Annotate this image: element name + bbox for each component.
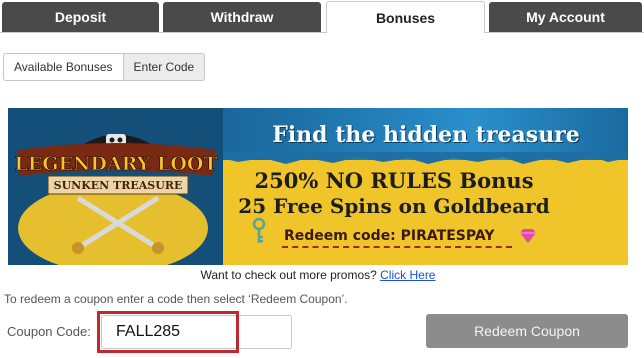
tab-divider [0, 32, 644, 33]
coupon-code-label: Coupon Code: [7, 324, 91, 339]
svg-text:SUNKEN TREASURE: SUNKEN TREASURE [54, 179, 183, 192]
more-promos-line: Want to check out more promos? Click Her… [0, 268, 636, 282]
tab-deposit[interactable]: Deposit [2, 2, 159, 32]
banner-offer-spins: 25 Free Spins on Goldbeard [238, 194, 550, 218]
promo-banner[interactable]: LEGENDARY LOOT SUNKEN TREASURE Find the … [8, 108, 628, 265]
tab-bonuses[interactable]: Bonuses [326, 1, 485, 33]
legendary-loot-logo: LEGENDARY LOOT SUNKEN TREASURE [8, 108, 223, 265]
banner-headline: Find the hidden treasure [272, 122, 580, 148]
banner-redeem-code: Redeem code: PIRATESPAY [284, 228, 495, 244]
key-icon [252, 217, 266, 243]
banner-offer-bonus: 250% NO RULES Bonus [254, 168, 534, 193]
coupon-code-input[interactable] [101, 315, 292, 349]
active-tab-gap [327, 32, 484, 33]
bonus-subtabs: Available Bonuses Enter Code [3, 53, 206, 81]
click-here-link[interactable]: Click Here [380, 268, 435, 282]
gem-icon [520, 229, 536, 243]
subtab-enter-code[interactable]: Enter Code [123, 53, 206, 81]
tab-withdraw[interactable]: Withdraw [163, 2, 321, 32]
redeem-coupon-button[interactable]: Redeem Coupon [426, 314, 628, 348]
top-tab-bar: Deposit Withdraw Bonuses My Account [0, 0, 644, 33]
more-promos-text: Want to check out more promos? [200, 268, 377, 282]
subtab-available-bonuses[interactable]: Available Bonuses [3, 53, 124, 81]
redeem-underline [282, 246, 512, 248]
coupon-instruction: To redeem a coupon enter a code then sel… [4, 292, 348, 306]
svg-text:LEGENDARY LOOT: LEGENDARY LOOT [14, 153, 217, 175]
tab-my-account[interactable]: My Account [489, 2, 642, 32]
